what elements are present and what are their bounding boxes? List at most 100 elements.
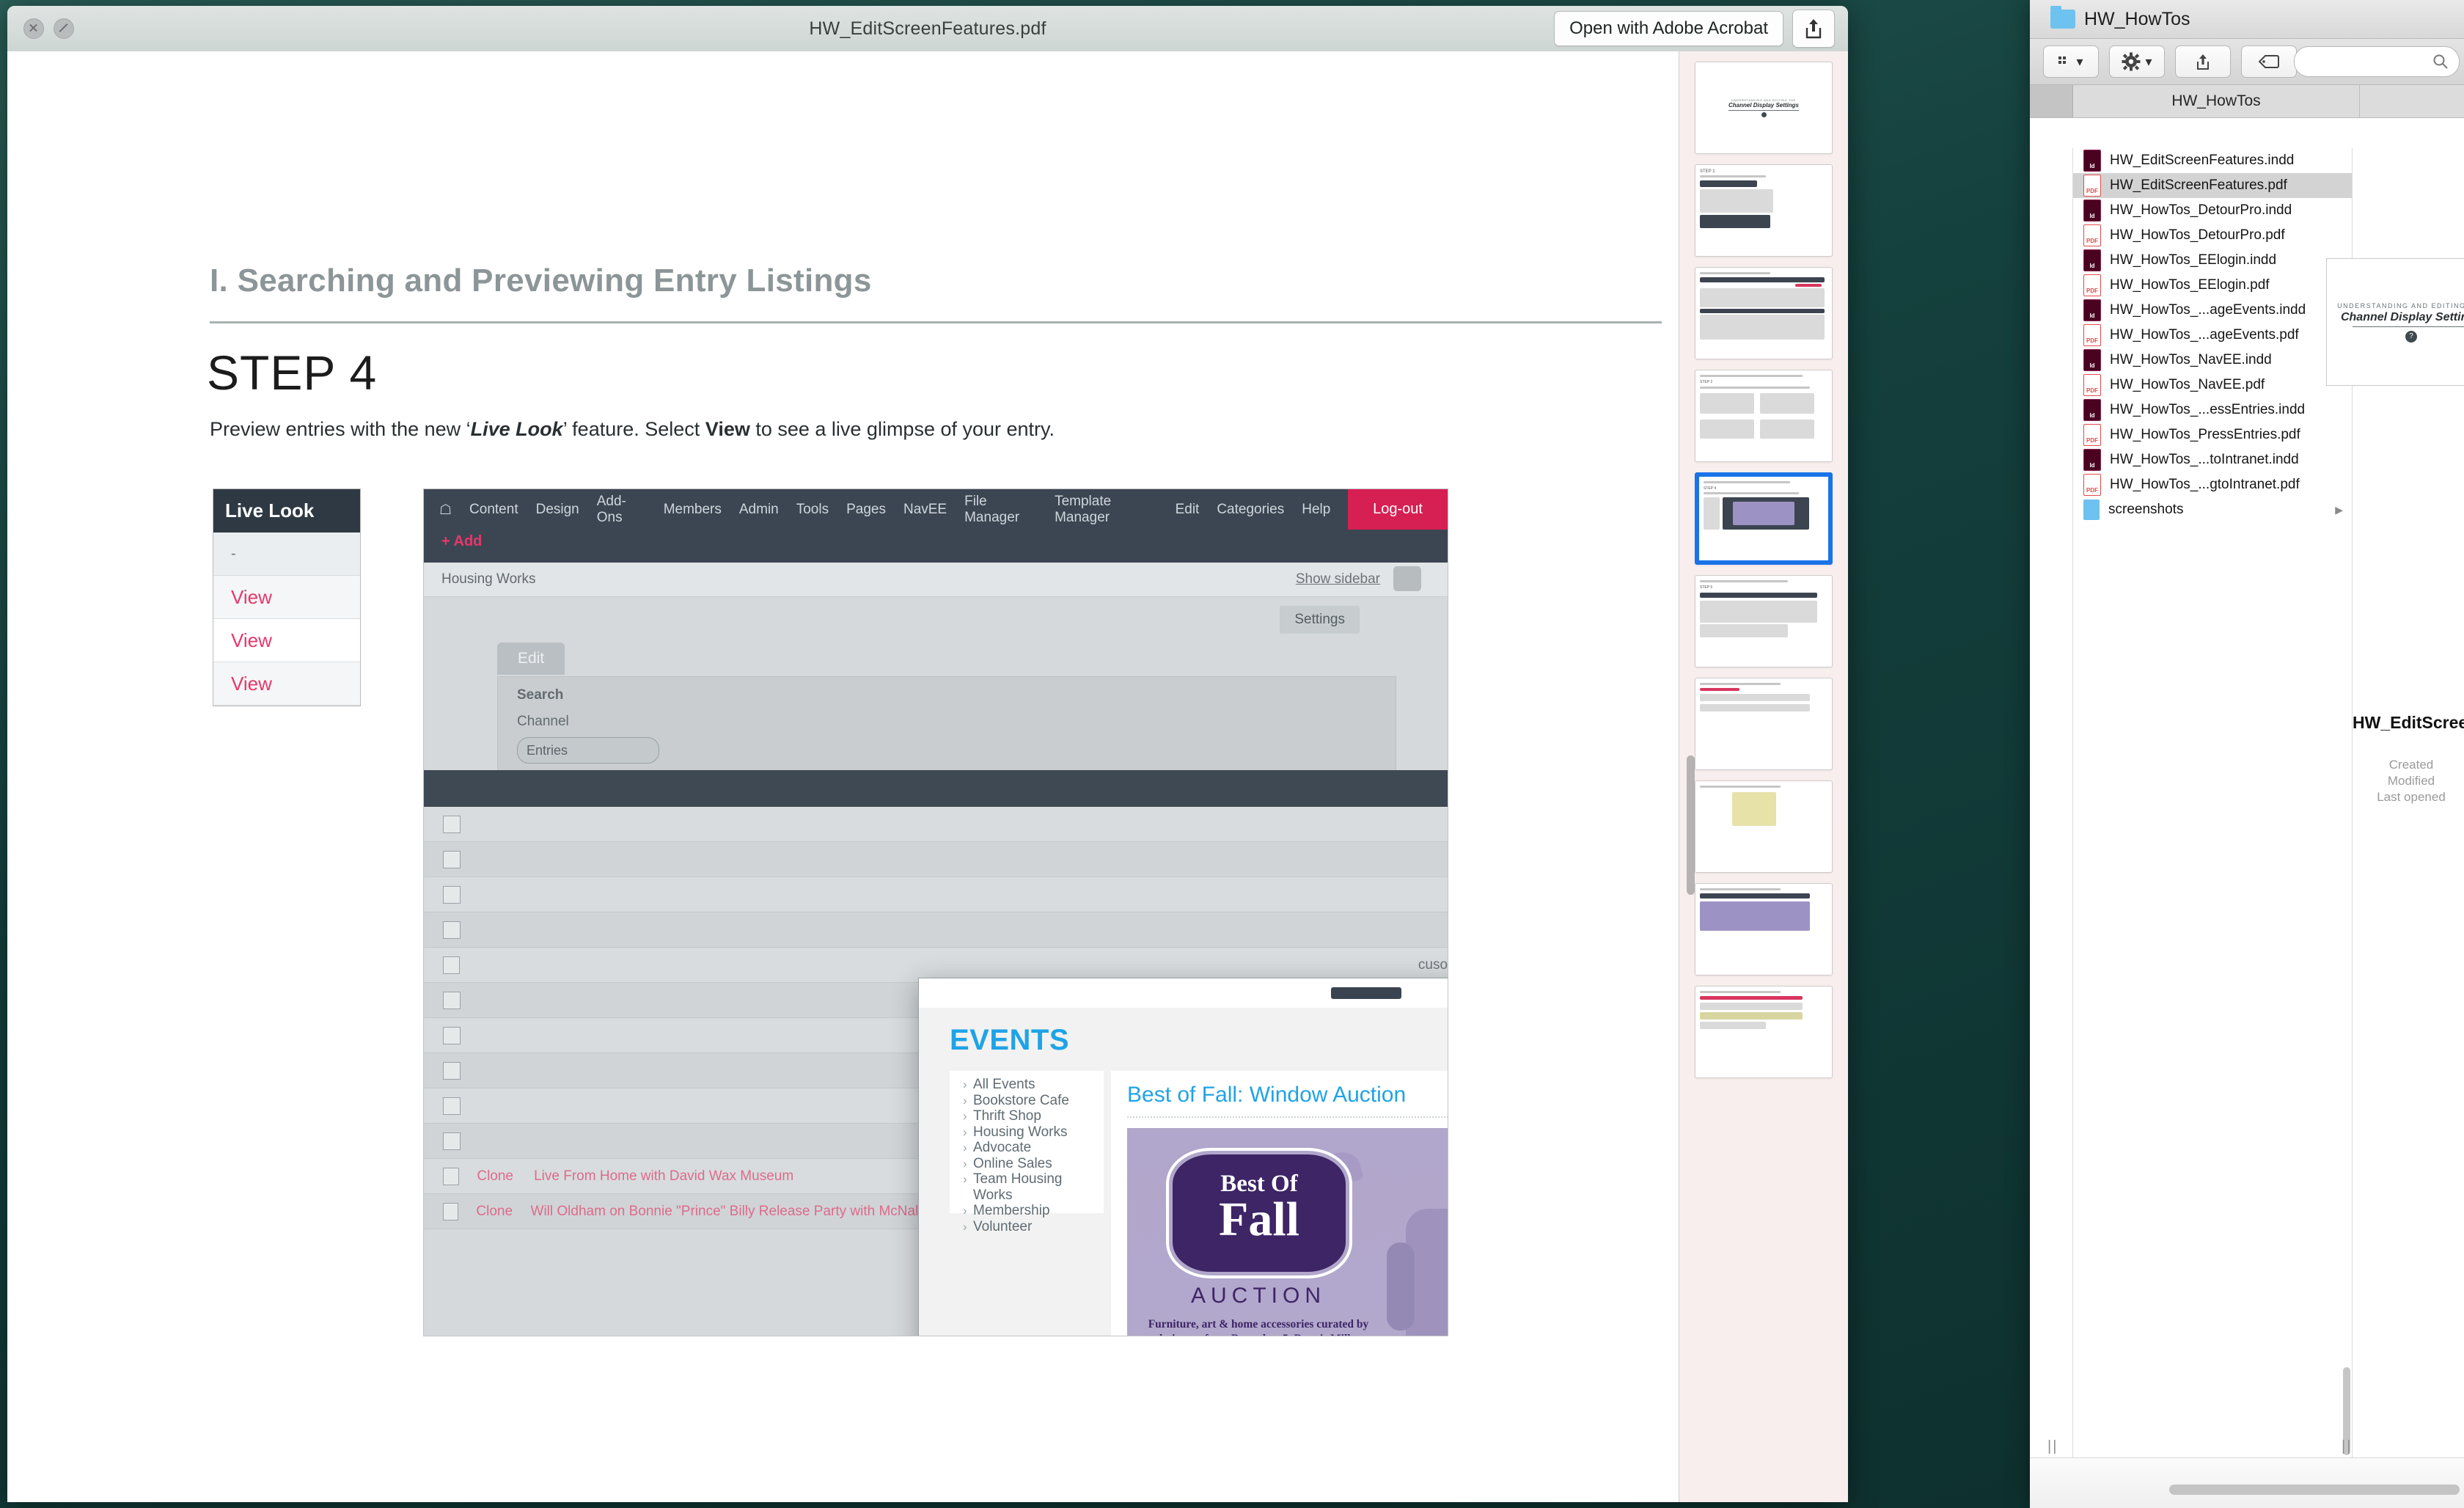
file-name: HW_HowTos_NavEE.pdf (2110, 377, 2265, 392)
list-view-icon[interactable]: ▾ (2043, 45, 2099, 78)
share-glyph (2197, 54, 2209, 70)
poster-badge: Best Of Fall (1173, 1154, 1346, 1272)
thumbnail-page-10[interactable] (1695, 986, 1833, 1078)
thumbnail-page-9[interactable] (1695, 883, 1833, 976)
nav-item: Admin (738, 502, 779, 517)
thumbnail-page-3[interactable] (1695, 267, 1833, 359)
instruction-middle: ’ feature. Select (562, 418, 705, 440)
row-clone-link: Clone (477, 1168, 514, 1184)
row-checkbox (443, 1061, 461, 1080)
thumbnail-page-8[interactable] (1695, 780, 1833, 873)
tag-glyph (2259, 55, 2279, 68)
list-item[interactable]: PDF HW_HowTos_...ageEvents.pdf (2073, 323, 2352, 348)
category-item: Bookstore Cafe (963, 1093, 1104, 1109)
popup-content: EVENTS All Events Bookstore Cafe Thrift … (919, 1008, 1448, 1336)
path-column-spacer (2030, 85, 2073, 117)
row-checkbox (443, 1167, 460, 1185)
nav-item: Pages (846, 502, 886, 517)
row-checkbox (443, 956, 460, 974)
popup-chrome (919, 978, 1448, 1008)
gear-icon[interactable]: ▾ (2109, 45, 2165, 78)
chevron-down-icon: ▾ (2145, 54, 2152, 69)
row-checkbox (443, 920, 461, 939)
row-checkbox (443, 1026, 461, 1044)
list-item[interactable]: Id HW_HowTos_DetourPro.indd (2073, 198, 2352, 223)
settings-button: Settings (1280, 606, 1360, 634)
tag-icon[interactable] (2241, 45, 2297, 78)
thumbnail-page-5-selected[interactable]: STEP 4 (1695, 472, 1833, 565)
open-with-acrobat-button[interactable]: Open with Adobe Acrobat (1554, 11, 1783, 46)
file-name: HW_HowTos_...ageEvents.pdf (2110, 327, 2299, 343)
preview-metadata: Created Modified Last opened (2353, 757, 2464, 805)
column-resize-handle[interactable]: || (2047, 1438, 2058, 1455)
instruction-suffix: to see a live glimpse of your entry. (749, 418, 1055, 440)
column-resize-handle[interactable]: || (2342, 1438, 2352, 1455)
pdf-page: I. Searching and Previewing Entry Listin… (7, 51, 1838, 1423)
list-item[interactable]: Id HW_HowTos_NavEE.indd (2073, 348, 2352, 373)
finder-horizontal-scrollbar[interactable] (2169, 1485, 2460, 1495)
section-heading: I. Searching and Previewing Entry Listin… (210, 263, 872, 299)
nav-item: NavEE (903, 502, 947, 517)
app-screenshot: ☖ Content Design Add-Ons Members Admin T… (423, 488, 1448, 1336)
file-name: HW_EditScreenFeatures.pdf (2110, 177, 2287, 193)
nav-item: Categories (1217, 502, 1285, 517)
channel-label: Channel (517, 714, 569, 729)
live-look-row: - (213, 532, 360, 576)
indd-file-icon: Id (2083, 299, 2101, 321)
list-item[interactable]: PDF HW_HowTos_PressEntries.pdf (2073, 422, 2352, 447)
thumbnail-page-2[interactable]: STEP 1 (1695, 164, 1833, 257)
list-item-selected[interactable]: PDF HW_EditScreenFeatures.pdf (2073, 173, 2352, 198)
row-author-partial: cuso (1418, 956, 1448, 973)
preview-body: I. Searching and Previewing Entry Listin… (7, 51, 1848, 1502)
share-icon[interactable] (1792, 10, 1835, 48)
search-input[interactable] (2294, 46, 2460, 77)
chevron-down-icon: ▾ (2076, 54, 2083, 69)
divider (2353, 326, 2464, 327)
pdf-page-area[interactable]: I. Searching and Previewing Entry Listin… (7, 51, 1839, 1502)
thumbnail-page-7[interactable] (1695, 678, 1833, 770)
step-label: STEP 4 (207, 345, 378, 400)
thumbnail-page-6[interactable]: STEP 5 (1695, 575, 1833, 667)
row-title: Will Oldham on Bonnie "Prince" Billy Rel… (530, 1203, 971, 1219)
list-item[interactable]: Id HW_HowTos_...ageEvents.indd (2073, 298, 2352, 323)
list-item[interactable]: screenshots ▶ (2073, 497, 2352, 522)
live-look-view-link[interactable]: View (213, 619, 360, 662)
pdf-file-icon: PDF (2083, 175, 2101, 197)
list-item[interactable]: PDF HW_HowTos_...gtoIntranet.pdf (2073, 472, 2352, 497)
list-item[interactable]: Id HW_HowTos_...toIntranet.indd (2073, 447, 2352, 472)
preview-file-name: HW_EditScreenFeatures.pdf (2353, 713, 2464, 732)
list-item[interactable]: PDF HW_HowTos_EElogin.pdf (2073, 273, 2352, 298)
add-button: + Add (441, 533, 483, 549)
row-checkbox (443, 850, 461, 868)
finder-file-list[interactable]: Id HW_EditScreenFeatures.indd PDF HW_EditS… (2073, 148, 2353, 1458)
list-item[interactable]: Id HW_EditScreenFeatures.indd (2073, 148, 2352, 173)
divider (1127, 1116, 1448, 1118)
scrollbar-thumb[interactable] (1687, 755, 1695, 895)
thumbnail-page-4[interactable]: STEP 2 (1695, 370, 1833, 462)
pdf-file-icon: PDF (2083, 374, 2101, 396)
path-label: HW_HowTos (2073, 85, 2360, 117)
category-item: Online Sales (963, 1156, 1104, 1172)
list-item[interactable]: Id HW_HowTos_EElogin.indd (2073, 248, 2352, 273)
pdf-thumbnail-sidebar[interactable]: UNDERSTANDING AND EDITING THE Channel Di… (1679, 51, 1848, 1502)
indd-file-icon: Id (2083, 200, 2101, 222)
share-icon[interactable] (2175, 45, 2231, 78)
file-name: HW_HowTos_...gtoIntranet.pdf (2110, 477, 2300, 492)
finder-column-parent[interactable] (2030, 148, 2073, 1458)
list-item[interactable]: Id HW_HowTos_...essEntries.indd (2073, 398, 2352, 422)
file-name: HW_HowTos_EElogin.indd (2110, 252, 2277, 268)
gear-glyph (2122, 52, 2141, 71)
row-checkbox (443, 1132, 461, 1150)
list-item[interactable]: PDF HW_HowTos_NavEE.pdf (2073, 373, 2352, 398)
list-item[interactable]: PDF HW_HowTos_DetourPro.pdf (2073, 223, 2352, 248)
meta-modified: Modified (2387, 774, 2435, 788)
live-look-view-link[interactable]: View (213, 662, 360, 706)
instruction-bold: View (705, 418, 750, 440)
live-look-view-link[interactable]: View (213, 576, 360, 619)
table-row (424, 807, 1448, 842)
thumbnail-page-1[interactable]: UNDERSTANDING AND EDITING THE Channel Di… (1695, 62, 1833, 154)
finder-path-bar: HW_HowTos (2030, 85, 2464, 118)
event-detail: Best of Fall: Window Auction Best Of Fal… (1111, 1071, 1448, 1336)
file-name: screenshots (2108, 502, 2184, 517)
step-instruction: Preview entries with the new ‘Live Look’… (210, 418, 1055, 441)
